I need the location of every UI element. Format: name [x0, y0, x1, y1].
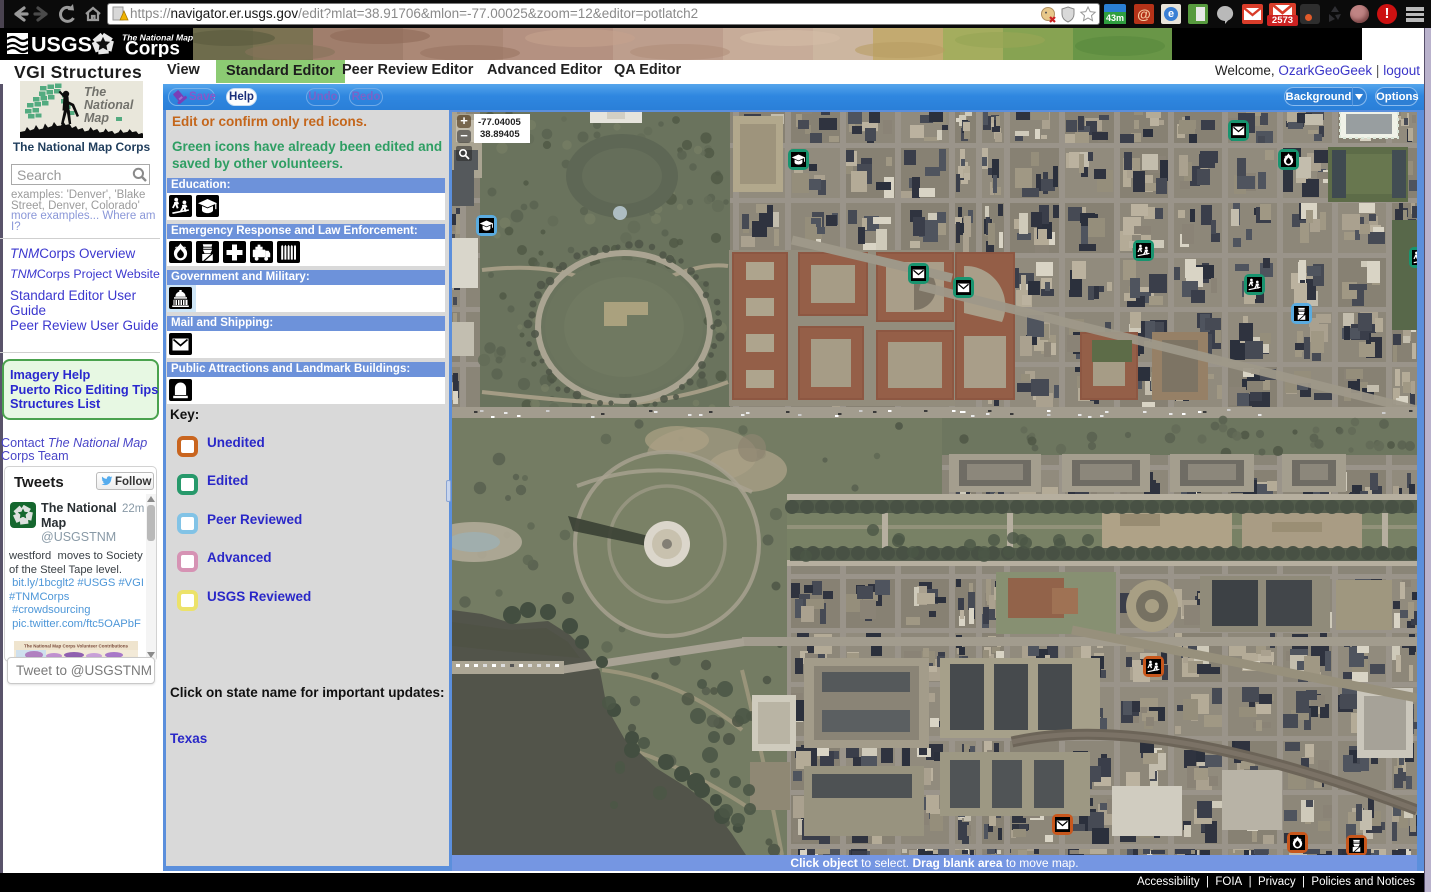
svg-text:The National Map Corps Volunte: The National Map Corps Volunteer Contrib…	[24, 644, 128, 649]
svg-text:National: National	[84, 98, 134, 112]
svg-text:The: The	[84, 85, 106, 99]
svg-text:Map: Map	[84, 111, 109, 125]
svg-text:USGS: USGS	[31, 33, 92, 57]
svg-text:Corps: Corps	[125, 39, 180, 58]
